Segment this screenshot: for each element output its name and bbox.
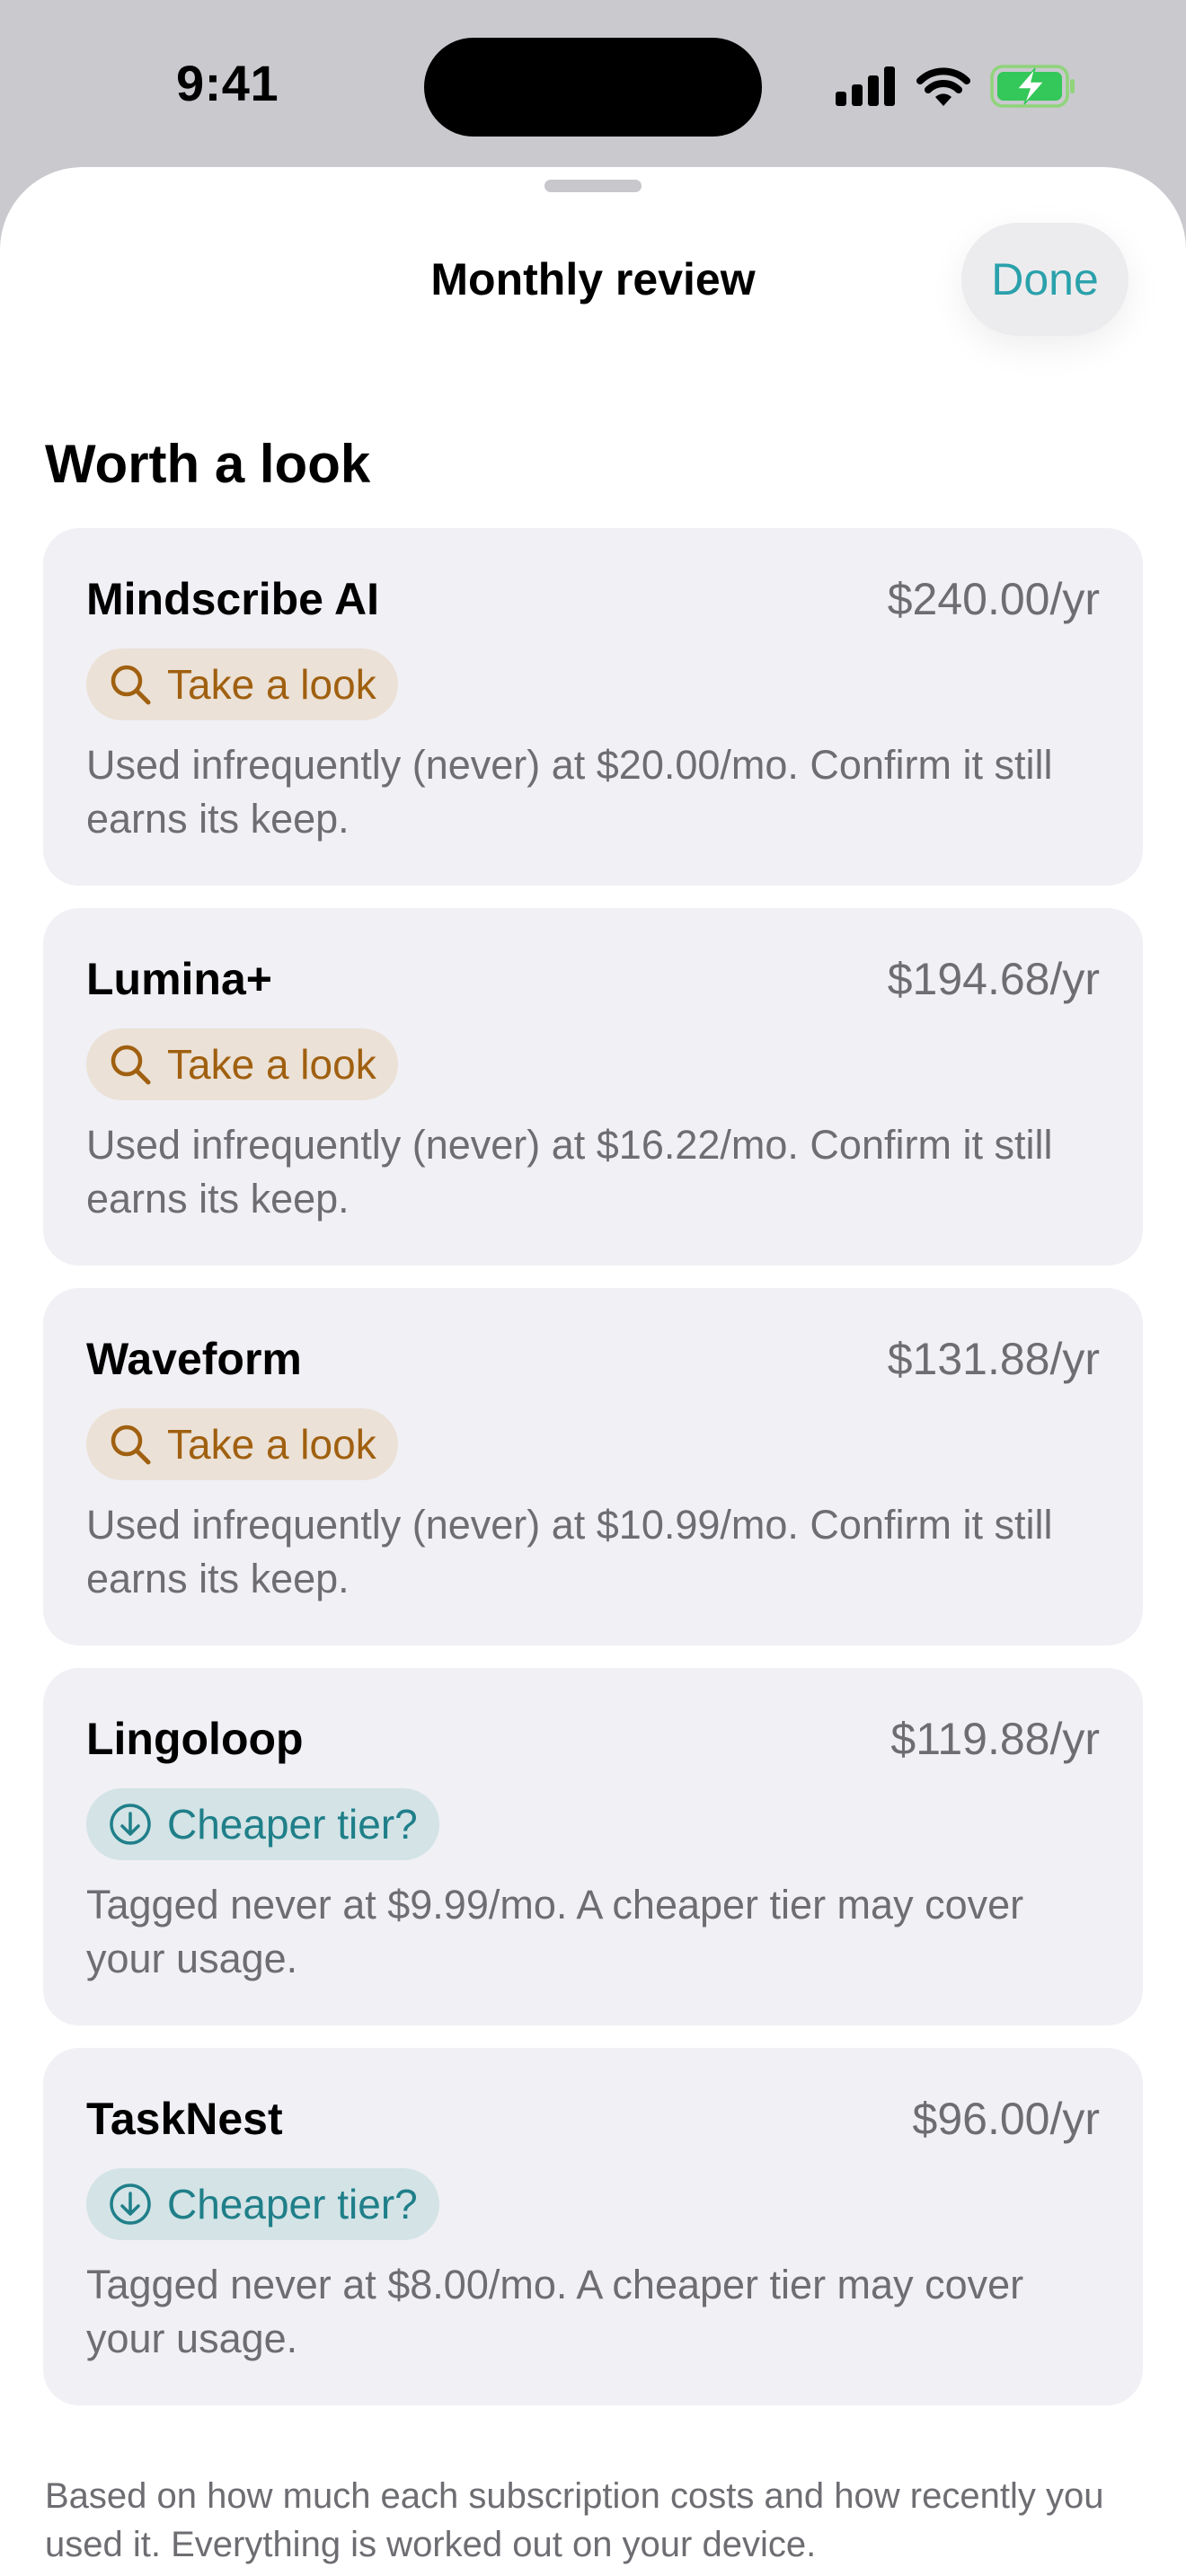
subscription-list: Mindscribe AI $240.00/yr Take a look Use… — [43, 528, 1143, 2428]
section-title: Worth a look — [45, 434, 371, 494]
subscription-card[interactable]: Mindscribe AI $240.00/yr Take a look Use… — [43, 528, 1143, 886]
wifi-icon — [916, 66, 970, 106]
battery-charging-icon — [990, 65, 1076, 108]
subscription-price: $194.68/yr — [887, 954, 1100, 1004]
arrow-down-circle-icon — [108, 1802, 153, 1847]
done-button[interactable]: Done — [961, 223, 1128, 336]
cheaper-tier-badge: Cheaper tier? — [86, 1788, 439, 1860]
status-icons — [836, 63, 1076, 110]
subscription-card[interactable]: Lumina+ $194.68/yr Take a look Used infr… — [43, 908, 1143, 1266]
take-a-look-badge: Take a look — [86, 1028, 398, 1100]
arrow-down-circle-icon — [108, 2182, 153, 2227]
magnifying-glass-icon — [108, 662, 153, 707]
subscription-price: $96.00/yr — [912, 2094, 1100, 2144]
status-bar: 9:41 — [0, 0, 1186, 167]
sheet-grabber[interactable] — [544, 180, 642, 192]
footnote: Based on how much each subscription cost… — [45, 2476, 1104, 2564]
subscription-price: $240.00/yr — [887, 574, 1100, 624]
badge-label: Cheaper tier? — [167, 2181, 418, 2228]
subscription-description: Tagged never at $8.00/mo. A cheaper tier… — [86, 2262, 1024, 2361]
subscription-name: Mindscribe AI — [86, 574, 379, 624]
badge-label: Take a look — [167, 1041, 376, 1088]
subscription-name: Waveform — [86, 1334, 302, 1384]
subscription-card[interactable]: TaskNest $96.00/yr Cheaper tier? Tagged … — [43, 2048, 1143, 2405]
subscription-description: Used infrequently (never) at $16.22/mo. … — [86, 1122, 1053, 1222]
badge-label: Cheaper tier? — [167, 1801, 418, 1848]
subscription-description: Used infrequently (never) at $20.00/mo. … — [86, 742, 1053, 842]
status-time: 9:41 — [176, 55, 279, 111]
subscription-price: $131.88/yr — [887, 1334, 1100, 1384]
monthly-review-sheet: Monthly review Done Worth a look Mindscr… — [0, 167, 1186, 2576]
subscription-card[interactable]: Waveform $131.88/yr Take a look Used inf… — [43, 1288, 1143, 1645]
dynamic-island — [424, 38, 762, 137]
cheaper-tier-badge: Cheaper tier? — [86, 2168, 439, 2240]
subscription-card[interactable]: Lingoloop $119.88/yr Cheaper tier? Tagge… — [43, 1668, 1143, 2025]
subscription-name: Lumina+ — [86, 954, 272, 1004]
take-a-look-badge: Take a look — [86, 648, 398, 720]
magnifying-glass-icon — [108, 1042, 153, 1087]
badge-label: Take a look — [167, 1421, 376, 1468]
subscription-description: Tagged never at $9.99/mo. A cheaper tier… — [86, 1882, 1024, 1981]
subscription-description: Used infrequently (never) at $10.99/mo. … — [86, 1502, 1053, 1601]
take-a-look-badge: Take a look — [86, 1408, 398, 1480]
cellular-signal-icon — [836, 66, 897, 106]
magnifying-glass-icon — [108, 1422, 153, 1467]
badge-label: Take a look — [167, 661, 376, 708]
subscription-price: $119.88/yr — [890, 1714, 1100, 1764]
subscription-name: Lingoloop — [86, 1714, 304, 1764]
subscription-name: TaskNest — [86, 2094, 283, 2144]
